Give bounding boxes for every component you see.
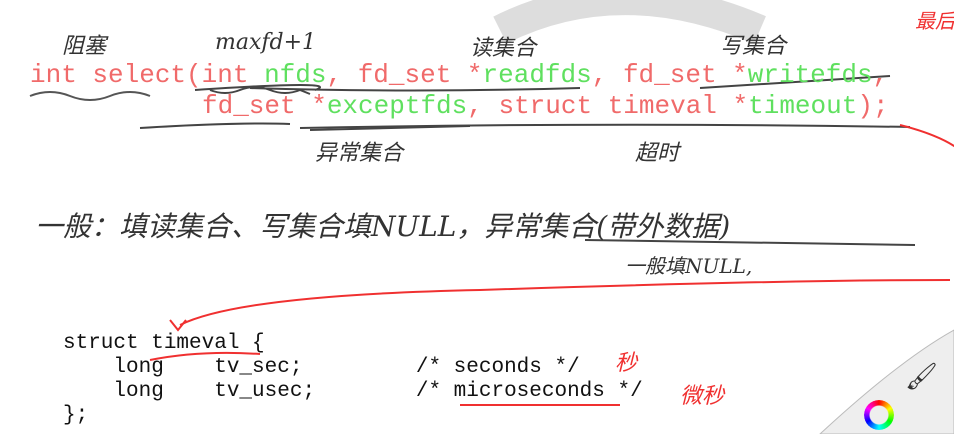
code-token: int select( [30, 60, 202, 90]
note-timeout: 超时 [635, 141, 680, 166]
select-signature-line2: fd_set *exceptfds, struct timeval *timeo… [202, 91, 889, 121]
param-timeout: timeout [748, 91, 858, 121]
note-general: 一般：填读集合、写集合填NULL，异常集合(带外数据) [35, 210, 731, 243]
code-token: ); [857, 91, 889, 121]
param-exceptfds: exceptfds [326, 91, 468, 121]
code-token: , [872, 60, 889, 90]
note-microseconds: 微秒 [680, 384, 725, 409]
timeval-struct: struct timeval { long tv_sec; /* seconds… [63, 332, 643, 428]
code-token: , struct timeval * [467, 91, 749, 121]
note-blocking: 阻塞 [62, 34, 107, 59]
brush-icon[interactable]: 🖌 [905, 362, 938, 393]
param-readfds: readfds [482, 60, 592, 90]
struct-line: long tv_sec; /* seconds */ [63, 356, 580, 379]
struct-line: long tv_usec; /* microseconds */ [63, 380, 643, 403]
note-general-null: 一般填NULL, [625, 254, 753, 278]
code-token: , fd_set * [326, 60, 483, 90]
note-last: 最后 [915, 9, 954, 33]
code-token: , fd_set * [591, 60, 748, 90]
note-read-set: 读集合 [470, 36, 537, 61]
note-write-set: 写集合 [720, 34, 787, 59]
code-token: int [201, 60, 265, 90]
param-writefds: writefds [747, 60, 873, 90]
note-except-set: 异常集合 [315, 141, 404, 166]
struct-line: struct timeval { [63, 332, 265, 355]
code-token: fd_set * [202, 91, 327, 121]
param-nfds: nfds [264, 60, 327, 90]
select-signature-line1: int select(int nfds, fd_set *readfds, fd… [30, 60, 888, 90]
color-wheel-icon[interactable] [864, 400, 894, 430]
note-seconds: 秒 [615, 351, 638, 376]
note-maxfd: maxfd+1 [215, 30, 317, 55]
struct-line: }; [63, 404, 89, 427]
